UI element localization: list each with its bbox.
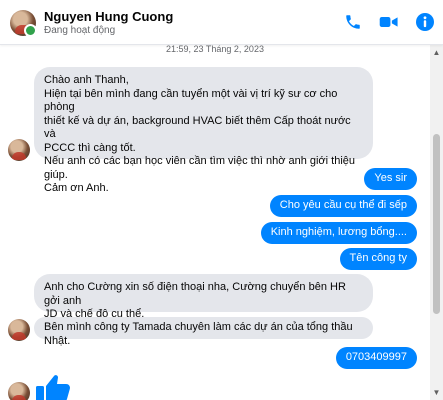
outgoing-message[interactable]: Yes sir [364, 168, 417, 190]
phone-icon[interactable] [343, 12, 363, 32]
contact-status: Đang hoạt động [44, 25, 116, 36]
avatar[interactable] [8, 382, 30, 400]
info-icon[interactable] [415, 12, 435, 32]
thumbs-up-icon[interactable] [34, 372, 74, 400]
outgoing-message[interactable]: Kinh nghiệm, lương bổng.... [260, 222, 417, 244]
incoming-message[interactable]: Anh cho Cường xin số điện thoại nha, Cườ… [34, 274, 373, 320]
message-line: Chào anh Thanh, [44, 74, 129, 86]
message-list[interactable]: 21:59, 23 Tháng 2, 2023 Chào anh Thanh, … [0, 44, 430, 400]
message-line: thiết kế và dự án, background HVAC biết … [44, 114, 351, 141]
chat-window: Nguyen Hung Cuong Đang hoạt động 21:59, … [0, 0, 443, 400]
message-line: Nếu anh có các bạn học viên cần tìm việc… [44, 155, 355, 181]
message-line: Hiện tại bên mình đang cần tuyển một vài… [44, 87, 338, 114]
online-indicator [24, 24, 37, 37]
message-line: Cảm ơn Anh. [44, 182, 109, 194]
avatar[interactable] [8, 319, 30, 341]
message-line: Anh cho Cường xin số điện thoại nha, Cườ… [44, 281, 346, 307]
incoming-message[interactable]: Bên mình công ty Tamada chuyên làm các d… [34, 317, 373, 347]
header-actions [343, 12, 435, 32]
scrollbar[interactable]: ▲ ▼ [430, 44, 443, 400]
scroll-up-arrow-icon[interactable]: ▲ [430, 46, 443, 58]
scroll-thumb[interactable] [433, 134, 440, 314]
chat-header: Nguyen Hung Cuong Đang hoạt động [0, 0, 443, 45]
scroll-down-arrow-icon[interactable]: ▼ [430, 386, 443, 398]
outgoing-message[interactable]: Tên công ty [339, 248, 417, 270]
message-line: PCCC thì càng tốt. [44, 141, 136, 154]
outgoing-message[interactable]: 0703409997 [335, 347, 417, 369]
video-icon[interactable] [379, 12, 399, 32]
incoming-message[interactable]: Chào anh Thanh, Hiện tại bên mình đang c… [34, 67, 373, 194]
message-timestamp: 21:59, 23 Tháng 2, 2023 [166, 44, 264, 54]
contact-name[interactable]: Nguyen Hung Cuong [44, 9, 173, 24]
avatar[interactable] [8, 139, 30, 161]
outgoing-message[interactable]: Cho yêu cầu cụ thể đi sếp [269, 195, 417, 217]
contact-avatar[interactable] [10, 10, 37, 37]
message-line: Bên mình công ty Tamada chuyên làm các d… [44, 321, 353, 347]
